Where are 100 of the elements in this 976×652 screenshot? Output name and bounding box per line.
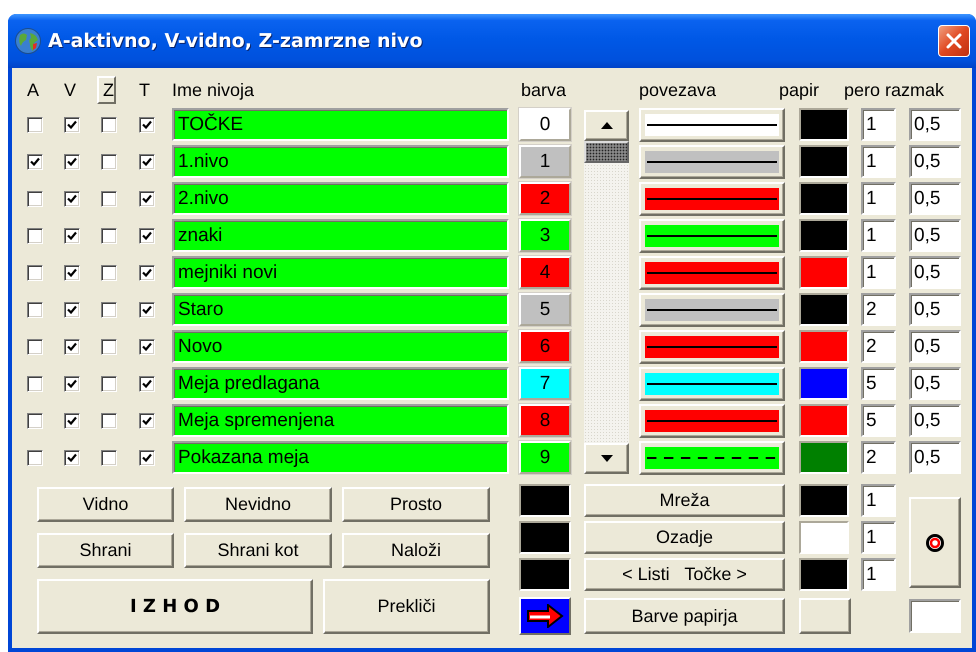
- pen-field[interactable]: 1: [861, 145, 896, 178]
- checkbox[interactable]: [27, 450, 43, 466]
- checkbox[interactable]: [139, 302, 155, 318]
- option-button[interactable]: Mreža: [584, 484, 785, 517]
- checkbox[interactable]: [64, 116, 80, 132]
- checkbox[interactable]: [139, 116, 155, 132]
- spacing-field[interactable]: 0,5: [909, 404, 961, 437]
- checkbox[interactable]: [64, 154, 80, 170]
- close-button[interactable]: [938, 25, 970, 57]
- target-button[interactable]: [909, 497, 961, 588]
- pen-field[interactable]: 5: [861, 404, 896, 437]
- spacing-field[interactable]: 0,5: [909, 108, 961, 141]
- checkbox[interactable]: [64, 338, 80, 354]
- line-style-button[interactable]: [639, 404, 785, 438]
- pen-field[interactable]: 1: [861, 484, 896, 517]
- checkbox[interactable]: [64, 302, 80, 318]
- pen-field[interactable]: 2: [861, 293, 896, 326]
- checkbox[interactable]: [64, 264, 80, 280]
- arrow-button[interactable]: [519, 597, 571, 635]
- dialog-button[interactable]: Nevidno: [184, 487, 332, 522]
- line-style-button[interactable]: [639, 292, 785, 326]
- paper-color-swatch[interactable]: [799, 256, 849, 289]
- pen-field[interactable]: 1: [861, 521, 896, 554]
- checkbox[interactable]: [139, 450, 155, 466]
- color-number-field[interactable]: 2: [519, 182, 571, 215]
- pen-field[interactable]: 2: [861, 330, 896, 363]
- pen-field[interactable]: 1: [861, 108, 896, 141]
- checkbox[interactable]: [101, 264, 117, 280]
- color-swatch[interactable]: [519, 521, 571, 554]
- checkbox[interactable]: [101, 154, 117, 170]
- checkbox[interactable]: [27, 264, 43, 280]
- checkbox[interactable]: [64, 412, 80, 428]
- spacing-field[interactable]: 0,5: [909, 256, 961, 289]
- dialog-button[interactable]: Naloži: [342, 533, 490, 568]
- paper-color-swatch[interactable]: [799, 293, 849, 326]
- paper-color-swatch[interactable]: [799, 404, 849, 437]
- checkbox[interactable]: [27, 228, 43, 244]
- input-field[interactable]: [909, 599, 961, 633]
- spacing-field[interactable]: 0,5: [909, 219, 961, 252]
- color-number-field[interactable]: 0: [519, 108, 571, 141]
- blank-button[interactable]: [799, 598, 851, 634]
- pen-field[interactable]: 1: [861, 219, 896, 252]
- checkbox[interactable]: [27, 116, 43, 132]
- spacing-field[interactable]: 0,5: [909, 441, 961, 474]
- checkbox[interactable]: [101, 376, 117, 392]
- checkbox[interactable]: [139, 154, 155, 170]
- checkbox[interactable]: [139, 376, 155, 392]
- dialog-button[interactable]: Prekliči: [323, 579, 490, 634]
- checkbox[interactable]: [27, 302, 43, 318]
- line-style-button[interactable]: [639, 440, 785, 474]
- scrollbar[interactable]: [584, 110, 629, 474]
- spacing-field[interactable]: 0,5: [909, 293, 961, 326]
- layer-name-field[interactable]: Pokazana meja: [172, 441, 509, 474]
- checkbox[interactable]: [139, 264, 155, 280]
- line-style-button[interactable]: [639, 330, 785, 364]
- checkbox[interactable]: [101, 228, 117, 244]
- line-style-button[interactable]: [639, 366, 785, 400]
- pen-field[interactable]: 1: [861, 256, 896, 289]
- scroll-down-button[interactable]: [584, 443, 629, 474]
- option-button[interactable]: < Listi Točke >: [584, 558, 785, 591]
- dialog-button[interactable]: Shrani: [37, 533, 174, 568]
- color-number-field[interactable]: 3: [519, 219, 571, 252]
- spacing-field[interactable]: 0,5: [909, 330, 961, 363]
- line-style-button[interactable]: [639, 182, 785, 216]
- color-number-field[interactable]: 9: [519, 441, 571, 474]
- column-toggle-button[interactable]: Z: [97, 76, 116, 104]
- checkbox[interactable]: [101, 412, 117, 428]
- layer-name-field[interactable]: mejniki novi: [172, 256, 509, 289]
- dialog-button[interactable]: Prosto: [342, 487, 490, 522]
- color-swatch[interactable]: [519, 558, 571, 591]
- option-button[interactable]: Ozadje: [584, 521, 785, 554]
- layer-name-field[interactable]: znaki: [172, 219, 509, 252]
- layer-name-field[interactable]: TOČKE: [172, 108, 509, 141]
- checkbox[interactable]: [101, 190, 117, 206]
- checkbox[interactable]: [64, 190, 80, 206]
- scroll-thumb[interactable]: [584, 141, 629, 163]
- scroll-up-button[interactable]: [584, 110, 629, 141]
- checkbox[interactable]: [64, 450, 80, 466]
- pen-field[interactable]: 1: [861, 182, 896, 215]
- paper-color-swatch[interactable]: [799, 108, 849, 141]
- layer-name-field[interactable]: Novo: [172, 330, 509, 363]
- line-style-button[interactable]: [639, 144, 785, 178]
- checkbox[interactable]: [101, 116, 117, 132]
- pen-field[interactable]: 1: [861, 558, 896, 591]
- paper-colors-button[interactable]: Barve papirja: [584, 598, 785, 634]
- checkbox[interactable]: [139, 228, 155, 244]
- checkbox[interactable]: [27, 154, 43, 170]
- color-number-field[interactable]: 6: [519, 330, 571, 363]
- dialog-button[interactable]: Vidno: [37, 487, 174, 522]
- line-style-button[interactable]: [639, 218, 785, 252]
- paper-color-swatch[interactable]: [799, 521, 849, 554]
- paper-color-swatch[interactable]: [799, 441, 849, 474]
- checkbox[interactable]: [139, 338, 155, 354]
- spacing-field[interactable]: 0,5: [909, 145, 961, 178]
- checkbox[interactable]: [101, 450, 117, 466]
- color-swatch[interactable]: [519, 484, 571, 517]
- checkbox[interactable]: [27, 190, 43, 206]
- layer-name-field[interactable]: 2.nivo: [172, 182, 509, 215]
- spacing-field[interactable]: 0,5: [909, 367, 961, 400]
- color-number-field[interactable]: 7: [519, 367, 571, 400]
